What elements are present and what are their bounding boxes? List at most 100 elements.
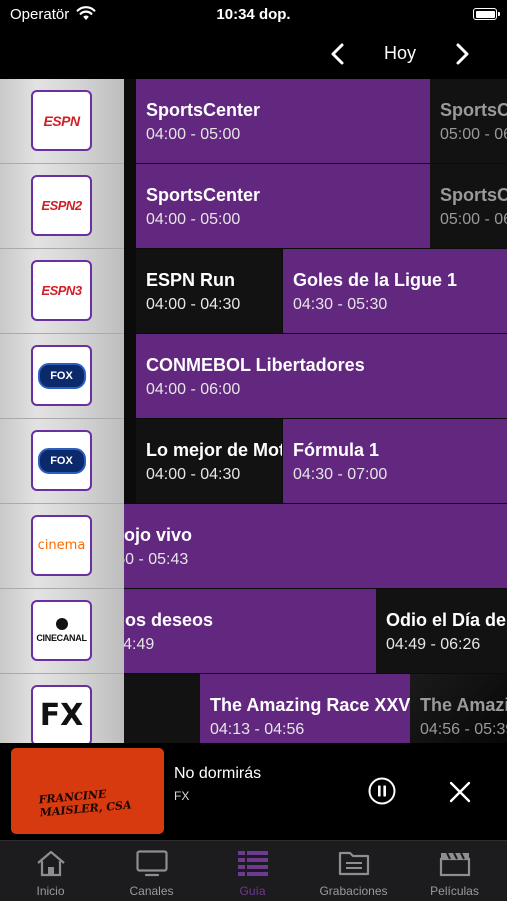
tab-guia[interactable]: Guía (202, 841, 303, 901)
program-cell[interactable]: The Amazing Race XXV 04:13 - 04:56 (200, 674, 410, 743)
program-time: 04:49 - 06:26 (386, 636, 481, 653)
channel-row-cinema: Al rojo vivo 03:50 - 05:43 cinema (0, 504, 507, 589)
program-time: 03:50 - 05:43 (94, 551, 189, 568)
espn-logo[interactable]: ESPN (31, 90, 92, 151)
program-title: CONMEBOL Libertadores (146, 355, 365, 375)
program-time: 04:30 - 07:00 (293, 466, 388, 483)
program-cell[interactable]: Lo mejor de Motor 04:00 - 04:30 (136, 419, 282, 503)
program-time: 05:00 - 06:00 (440, 126, 507, 143)
date-label: Hoy (383, 43, 416, 63)
program-cell[interactable]: Fórmula 1 04:30 - 07:00 (283, 419, 507, 503)
logo-text: ESPN2 (41, 198, 82, 213)
logo-text: CINECANAL (36, 633, 87, 643)
channel-row-cinecanal: Geni y los deseos 03:00 - 04:49 Odio el … (0, 589, 507, 674)
espn3-logo[interactable]: ESPN3 (31, 260, 92, 321)
channel-logo-cell: ESPN3 (0, 249, 124, 334)
program-time: 04:56 - 05:39 (420, 721, 507, 738)
channel-row-espn3: ESPN3 ESPN Run 04:00 - 04:30 Goles de la… (0, 249, 507, 334)
channel-logo-cell: cinema (0, 504, 124, 589)
fox-sports-2-logo[interactable]: FOX (31, 345, 92, 406)
logo-badge: FOX (37, 362, 86, 389)
channel-logo-cell: ESPN (0, 79, 124, 164)
tab-label: Películas (430, 884, 479, 898)
clock: 10:34 dop. (216, 6, 291, 23)
channel-logo-cell: FX (0, 674, 124, 743)
program-cell[interactable]: SportsCenter 04:00 - 05:00 (136, 79, 430, 163)
tab-label: Guía (239, 884, 266, 898)
program-title: Odio el Día de los Enamorados (386, 610, 507, 630)
program-cell[interactable]: The Amazing Race XXV 04:56 - 05:39 (410, 674, 507, 743)
program-time: 04:30 - 05:30 (293, 296, 388, 313)
program-title: The Amazing Race XXV (210, 695, 410, 715)
program-time: 04:13 - 04:56 (210, 721, 305, 738)
program-cell[interactable] (124, 674, 200, 743)
espn2-logo[interactable]: ESPN2 (31, 175, 92, 236)
program-title: SportsCenter (440, 185, 507, 205)
pause-icon[interactable] (368, 777, 396, 805)
program-cell[interactable]: SportsCenter 05:00 - 06:00 (430, 79, 507, 163)
logo-text: FOX (50, 454, 73, 467)
program-cell[interactable]: SportsCenter 04:00 - 05:00 (136, 164, 430, 248)
tab-label: Grabaciones (319, 884, 388, 898)
logo-text: FOX (50, 369, 73, 382)
tab-bar: Inicio Canales Guía Grabaciones Película… (0, 840, 507, 901)
program-time: 04:00 - 05:00 (146, 211, 241, 228)
now-playing-title: No dormirás (174, 765, 262, 782)
epg-guide-grid[interactable]: ESPN SportsCenter 04:00 - 05:00 SportsCe… (0, 79, 507, 743)
program-time: 04:00 - 05:00 (146, 126, 241, 143)
now-playing-channel: FX (174, 789, 190, 803)
channel-row-espn: ESPN SportsCenter 04:00 - 05:00 SportsCe… (0, 79, 507, 164)
fx-logo[interactable]: FX (31, 685, 92, 743)
chevron-right-icon[interactable] (446, 38, 478, 70)
program-title: Goles de la Ligue 1 (293, 270, 458, 290)
program-cell[interactable]: Al rojo vivo 03:50 - 05:43 (94, 504, 507, 588)
guide-icon (238, 851, 268, 876)
battery-icon (473, 8, 500, 20)
logo-text: ESPN3 (41, 283, 82, 298)
c-circle-icon (55, 618, 68, 630)
channel-logo-cell: CINECANAL (0, 589, 124, 674)
fox-sports-3-logo[interactable]: FOX (31, 430, 92, 491)
channel-row-espn2: ESPN2 SportsCenter 04:00 - 05:00 SportsC… (0, 164, 507, 249)
tab-canales[interactable]: Canales (101, 841, 202, 901)
logo-text: ESPN (43, 112, 80, 129)
channel-logo-cell: ESPN2 (0, 164, 124, 249)
tv-icon (136, 850, 168, 877)
cinema-logo[interactable]: cinema (31, 515, 92, 576)
program-title: Al rojo vivo (94, 525, 193, 545)
now-playing-thumbnail[interactable]: FRANCINE MAISLER, CSA (11, 748, 164, 834)
program-cell[interactable]: Goles de la Ligue 1 04:30 - 05:30 (283, 249, 507, 333)
status-bar: Operatör 10:34 dop. (0, 0, 507, 30)
cinecanal-logo[interactable]: CINECANAL (31, 600, 92, 661)
program-title: Fórmula 1 (293, 440, 380, 460)
chevron-left-icon[interactable] (322, 38, 354, 70)
tab-label: Canales (129, 884, 174, 898)
logo-text: FX (39, 698, 84, 733)
close-icon[interactable] (449, 781, 471, 803)
recordings-icon (338, 851, 370, 876)
logo-badge: FOX (37, 447, 86, 474)
program-title: SportsCenter (146, 100, 261, 120)
channel-logo-cell: FOX (0, 334, 124, 419)
program-cell[interactable]: CONMEBOL Libertadores 04:00 - 06:00 (136, 334, 507, 418)
program-cell[interactable]: SportsCenter 05:00 - 06:00 (430, 164, 507, 248)
home-icon (37, 850, 65, 877)
tab-inicio[interactable]: Inicio (0, 841, 101, 901)
channel-row-fox-sports-2: FOX CONMEBOL Libertadores 04:00 - 06:00 (0, 334, 507, 419)
channel-row-fx: The Amazing Race XXV 04:13 - 04:56 The A… (0, 674, 507, 743)
program-title: The Amazing Race XXV (420, 695, 507, 715)
program-time: 04:00 - 04:30 (146, 466, 241, 483)
tab-grabaciones[interactable]: Grabaciones (303, 841, 404, 901)
now-playing-bar[interactable]: FRANCINE MAISLER, CSA No dormirás FX (0, 743, 507, 840)
program-time: 04:00 - 04:30 (146, 296, 241, 313)
logo-text: cinema (37, 538, 86, 553)
tab-peliculas[interactable]: Películas (404, 841, 505, 901)
program-cell[interactable]: ESPN Run 04:00 - 04:30 (136, 249, 282, 333)
channel-logo-cell: FOX (0, 419, 124, 504)
program-cell[interactable]: Odio el Día de los Enamorados 04:49 - 06… (376, 589, 507, 673)
thumbnail-credit-text: FRANCINE MAISLER, CSA (38, 787, 132, 820)
movies-icon (439, 852, 471, 877)
program-title: Lo mejor de Motor (146, 440, 282, 460)
date-navigation: Hoy (0, 30, 507, 78)
tab-label: Inicio (36, 884, 65, 898)
